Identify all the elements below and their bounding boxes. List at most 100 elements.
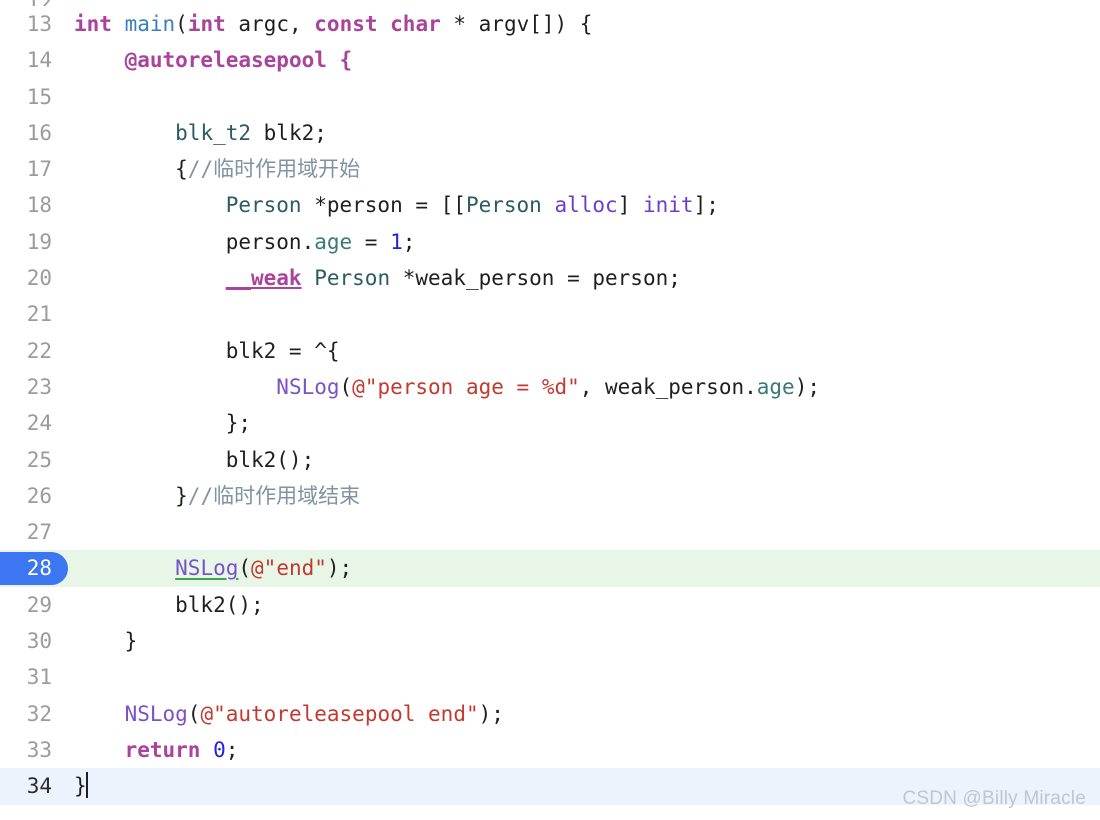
- code-token: (: [187, 701, 201, 726]
- code-token: return: [124, 737, 201, 762]
- code-text[interactable]: __weak Person *weak_person = person;: [74, 260, 681, 296]
- code-text[interactable]: blk2();: [74, 442, 315, 478]
- code-line-list[interactable]: 1213int main(int argc, const char * argv…: [0, 0, 1100, 805]
- code-line[interactable]: 30 }: [0, 623, 1100, 659]
- code-line[interactable]: 33 return 0;: [0, 732, 1100, 768]
- code-line[interactable]: 16 blk_t2 blk2;: [0, 115, 1100, 151]
- code-token: 0: [213, 737, 226, 762]
- code-line[interactable]: 31: [0, 659, 1100, 695]
- line-number[interactable]: 32: [0, 696, 52, 732]
- code-line[interactable]: 19 person.age = 1;: [0, 224, 1100, 260]
- line-highlight: [0, 623, 1100, 659]
- code-token: @"end": [251, 556, 327, 581]
- line-number[interactable]: 31: [0, 659, 52, 695]
- code-token: );: [326, 556, 353, 581]
- line-number[interactable]: 16: [0, 115, 52, 151]
- code-token: *weak_person = person;: [390, 266, 681, 291]
- code-text[interactable]: };: [74, 405, 251, 441]
- code-line[interactable]: 29 blk2();: [0, 587, 1100, 623]
- code-token: int: [187, 12, 226, 36]
- code-token: @"autoreleasepool end": [200, 701, 479, 726]
- line-number[interactable]: 26: [0, 478, 52, 514]
- line-number[interactable]: 18: [0, 187, 52, 223]
- line-number[interactable]: 20: [0, 260, 52, 296]
- code-text[interactable]: person.age = 1;: [74, 224, 416, 260]
- code-line[interactable]: 24 };: [0, 405, 1100, 441]
- code-text[interactable]: return 0;: [74, 732, 239, 768]
- line-number[interactable]: 34: [0, 768, 52, 804]
- code-token: 1: [390, 229, 403, 254]
- code-token: init: [642, 193, 694, 218]
- line-number[interactable]: 29: [0, 587, 52, 623]
- code-editor[interactable]: 1213int main(int argc, const char * argv…: [0, 0, 1100, 820]
- code-text[interactable]: }: [74, 623, 138, 659]
- code-line[interactable]: 27: [0, 514, 1100, 550]
- line-number[interactable]: 13: [0, 6, 52, 42]
- code-token: age: [756, 374, 795, 399]
- line-number[interactable]: 21: [0, 296, 52, 332]
- code-text[interactable]: Person *person = [[Person alloc] init];: [74, 187, 719, 223]
- code-token: =: [352, 229, 391, 254]
- code-line[interactable]: 14 @autoreleasepool {: [0, 42, 1100, 78]
- code-text[interactable]: blk_t2 blk2;: [74, 115, 327, 151]
- line-number[interactable]: 19: [0, 224, 52, 260]
- code-text[interactable]: NSLog(@"autoreleasepool end");: [74, 696, 504, 732]
- code-line[interactable]: 20 __weak Person *weak_person = person;: [0, 260, 1100, 296]
- code-line[interactable]: 23 NSLog(@"person age = %d", weak_person…: [0, 369, 1100, 405]
- code-token: (: [175, 12, 188, 36]
- code-token: blk2 = ^{: [74, 338, 340, 363]
- line-number[interactable]: 24: [0, 405, 52, 441]
- code-token: );: [794, 374, 820, 399]
- code-token: *person = [[: [301, 193, 466, 218]
- code-token: {: [74, 157, 188, 182]
- code-token: Person: [314, 266, 391, 291]
- code-token: @autoreleasepool: [124, 48, 327, 73]
- line-number[interactable]: 30: [0, 623, 52, 659]
- code-token: ]: [617, 193, 643, 218]
- code-text[interactable]: @autoreleasepool {: [74, 42, 353, 78]
- code-token: blk2();: [74, 592, 264, 617]
- line-number[interactable]: 14: [0, 42, 52, 78]
- line-number[interactable]: 28: [0, 550, 52, 586]
- code-line[interactable]: 28 NSLog(@"end");: [0, 550, 1100, 587]
- code-text[interactable]: NSLog(@"end");: [74, 550, 352, 586]
- code-line[interactable]: 25 blk2();: [0, 442, 1100, 478]
- code-text[interactable]: }//临时作用域结束: [74, 478, 360, 514]
- line-number[interactable]: 22: [0, 333, 52, 369]
- line-number[interactable]: 25: [0, 442, 52, 478]
- line-number[interactable]: 17: [0, 151, 52, 187]
- line-number[interactable]: 27: [0, 514, 52, 550]
- line-number[interactable]: 15: [0, 79, 52, 115]
- line-number[interactable]: 33: [0, 732, 52, 768]
- code-token: age: [314, 229, 353, 254]
- code-line[interactable]: 21: [0, 296, 1100, 332]
- code-token: (: [339, 374, 353, 399]
- code-line[interactable]: 17 {//临时作用域开始: [0, 151, 1100, 187]
- code-token: NSLog: [175, 556, 239, 581]
- code-line[interactable]: 18 Person *person = [[Person alloc] init…: [0, 187, 1100, 223]
- code-text[interactable]: }: [74, 768, 88, 804]
- code-line[interactable]: 13 int main(int argc, const char * argv[]…: [0, 6, 1100, 42]
- code-text[interactable]: int main(int argc, const char * argv[]) …: [74, 6, 592, 42]
- line-number[interactable]: 23: [0, 369, 52, 405]
- code-token: main: [124, 12, 176, 36]
- code-text[interactable]: {//临时作用域开始: [74, 151, 360, 187]
- code-token: int: [74, 12, 112, 36]
- code-text[interactable]: NSLog(@"person age = %d", weak_person.ag…: [74, 369, 820, 405]
- code-line[interactable]: 26 }//临时作用域结束: [0, 478, 1100, 514]
- code-token: Person: [465, 193, 542, 218]
- code-line[interactable]: 22 blk2 = ^{: [0, 333, 1100, 369]
- code-text[interactable]: blk2();: [74, 587, 264, 623]
- code-line[interactable]: 15: [0, 79, 1100, 115]
- code-token: //临时作用域结束: [187, 483, 361, 508]
- code-token: {: [339, 48, 353, 73]
- code-text[interactable]: blk2 = ^{: [74, 333, 340, 369]
- code-token: blk_t2: [175, 120, 252, 145]
- code-token: char: [390, 12, 441, 36]
- code-line[interactable]: 32 NSLog(@"autoreleasepool end");: [0, 696, 1100, 732]
